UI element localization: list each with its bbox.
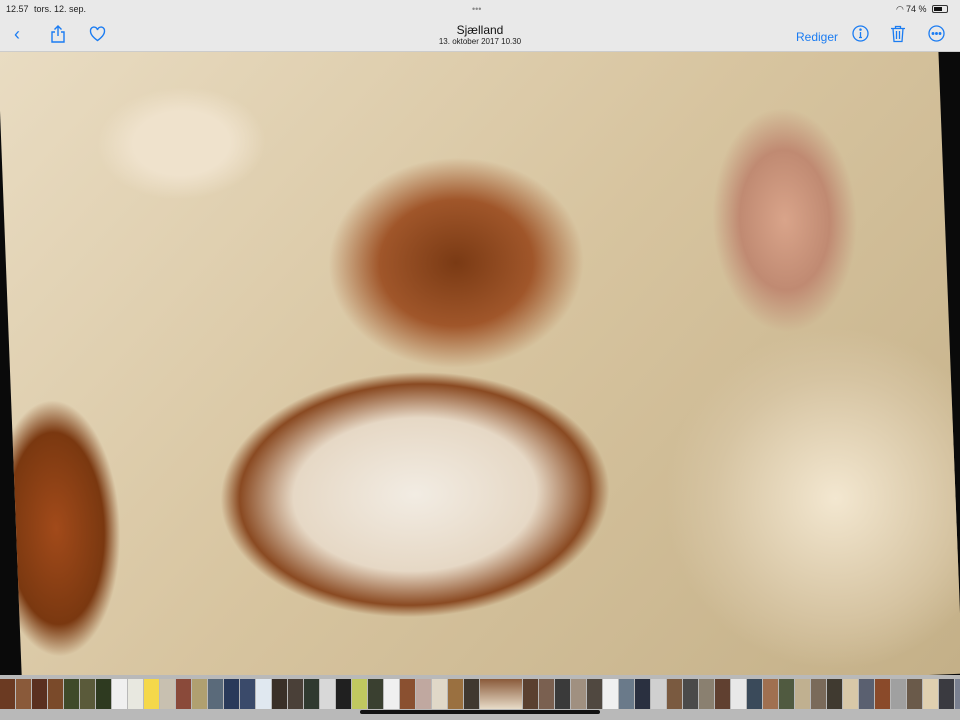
thumbnail[interactable] (683, 679, 698, 709)
thumbnail[interactable] (416, 679, 431, 709)
thumbnail[interactable] (288, 679, 303, 709)
thumbnail[interactable] (16, 679, 31, 709)
wifi-icon: ◠ (896, 4, 904, 14)
battery-icon (932, 5, 948, 13)
thumbnail[interactable] (955, 679, 960, 709)
navigation-bar: 12.57 tors. 12. sep. ••• ◠ 74 % ‹ Sjælla… (0, 0, 960, 52)
thumbnail[interactable] (192, 679, 207, 709)
trash-icon[interactable] (890, 25, 906, 47)
thumbnail[interactable] (96, 679, 111, 709)
multitasking-indicator[interactable]: ••• (472, 4, 481, 14)
thumbnail[interactable] (320, 679, 335, 709)
thumbnail-list[interactable] (0, 679, 960, 709)
thumbnail[interactable] (891, 679, 906, 709)
status-date: tors. 12. sep. (34, 4, 87, 14)
thumbnail[interactable] (80, 679, 95, 709)
more-icon[interactable] (928, 25, 945, 46)
thumbnail[interactable] (667, 679, 682, 709)
thumbnail[interactable] (336, 679, 351, 709)
battery-percent: 74 % (906, 4, 927, 14)
thumbnail[interactable] (779, 679, 794, 709)
thumbnail[interactable] (859, 679, 874, 709)
info-icon[interactable] (852, 25, 869, 46)
thumbnail[interactable] (539, 679, 554, 709)
thumbnail[interactable] (811, 679, 826, 709)
thumbnail[interactable] (923, 679, 938, 709)
thumbnail[interactable] (603, 679, 618, 709)
thumbnail[interactable] (523, 679, 538, 709)
thumbnail[interactable] (112, 679, 127, 709)
thumbnail[interactable] (587, 679, 602, 709)
thumbnail[interactable] (635, 679, 650, 709)
thumbnail[interactable] (224, 679, 239, 709)
thumbnail[interactable] (352, 679, 367, 709)
thumbnail[interactable] (939, 679, 954, 709)
thumbnail[interactable] (384, 679, 399, 709)
thumbnail[interactable] (731, 679, 746, 709)
thumbnail[interactable] (651, 679, 666, 709)
edit-button[interactable]: Rediger (796, 27, 838, 47)
thumbnail[interactable] (571, 679, 586, 709)
thumbnail[interactable] (795, 679, 810, 709)
thumbnail[interactable] (176, 679, 191, 709)
thumbnail[interactable] (555, 679, 570, 709)
thumbnail[interactable] (128, 679, 143, 709)
thumbnail[interactable] (747, 679, 762, 709)
thumbnail[interactable] (715, 679, 730, 709)
photo-viewer[interactable] (0, 52, 960, 675)
thumbnail[interactable] (432, 679, 447, 709)
thumbnail[interactable] (368, 679, 383, 709)
thumbnail[interactable] (208, 679, 223, 709)
thumbnail[interactable] (400, 679, 415, 709)
thumbnail[interactable] (763, 679, 778, 709)
thumbnail[interactable] (64, 679, 79, 709)
thumbnail[interactable] (464, 679, 479, 709)
thumbnail[interactable] (0, 679, 15, 709)
thumbnail[interactable] (304, 679, 319, 709)
thumbnail[interactable] (144, 679, 159, 709)
thumbnail[interactable] (699, 679, 714, 709)
thumbnail[interactable] (843, 679, 858, 709)
thumbnail[interactable] (875, 679, 890, 709)
thumbnail[interactable] (272, 679, 287, 709)
thumbnail-current[interactable] (480, 679, 522, 709)
status-time: 12.57 (6, 4, 29, 14)
thumbnail[interactable] (256, 679, 271, 709)
thumbnail[interactable] (619, 679, 634, 709)
thumbnail[interactable] (32, 679, 47, 709)
home-indicator[interactable] (360, 710, 600, 714)
photo-image[interactable] (0, 52, 960, 675)
thumbnail[interactable] (827, 679, 842, 709)
thumbnail[interactable] (160, 679, 175, 709)
thumbnail[interactable] (907, 679, 922, 709)
thumbnail[interactable] (48, 679, 63, 709)
thumbnail[interactable] (448, 679, 463, 709)
thumbnail[interactable] (240, 679, 255, 709)
